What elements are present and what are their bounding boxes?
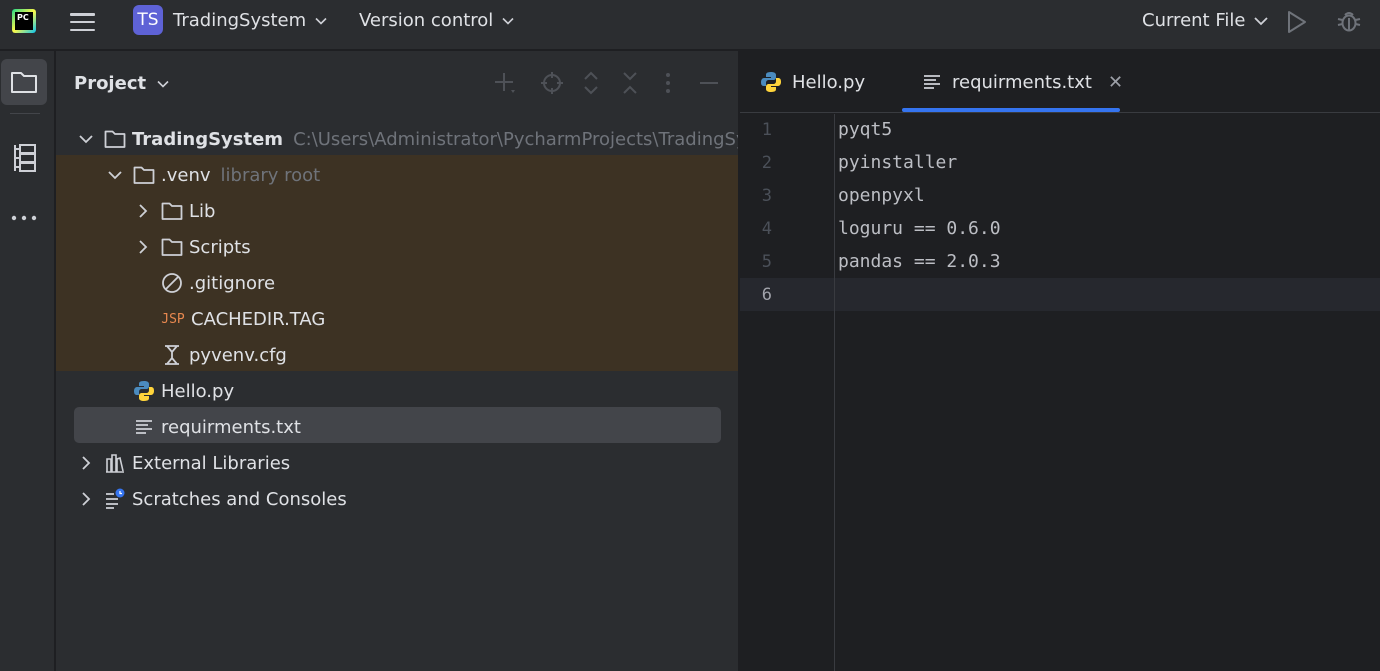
code-line[interactable]: pandas == 2.0.3 — [838, 251, 1001, 272]
text-file-icon — [133, 416, 155, 438]
options-vertical-icon[interactable] — [664, 71, 672, 95]
tree-item-label: Scripts — [189, 236, 251, 258]
project-name: TradingSystem — [173, 10, 307, 31]
tree-item-path: C:\Users\Administrator\PycharmProjects\T… — [293, 128, 738, 150]
chevron-down-icon[interactable] — [76, 131, 96, 147]
chevron-down-icon — [157, 80, 169, 88]
code-line[interactable]: openpyxl — [838, 185, 925, 206]
tree-item-hello-py[interactable]: Hello.py — [133, 373, 234, 409]
structure-tool-button[interactable] — [1, 135, 47, 181]
tree-item-hint: library root — [220, 164, 321, 186]
hide-panel-icon[interactable] — [698, 71, 720, 95]
tree-item-tradingsystem[interactable]: TradingSystem C:\Users\Administrator\Pyc… — [76, 121, 738, 157]
collapse-all-icon[interactable] — [619, 71, 641, 95]
line-number-current: 6 — [761, 285, 772, 305]
tree-item-pyvenv[interactable]: pyvenv.cfg — [161, 337, 287, 373]
line-number: 1 — [761, 120, 772, 140]
logo-text: PC — [15, 12, 33, 30]
project-tool-window: Project TradingSystem C:\Users\Administr… — [56, 51, 739, 671]
project-badge[interactable]: TS — [133, 5, 163, 35]
editor-tabs: Hello.py requirments.txt ✕ — [740, 51, 1380, 113]
expand-all-icon[interactable] — [580, 71, 602, 95]
tree-item-venv[interactable]: .venv library root — [105, 157, 320, 193]
tree-item-scratches[interactable]: Scratches and Consoles — [76, 481, 347, 517]
pycharm-logo-icon: PC — [12, 9, 36, 33]
tree-item-scripts[interactable]: Scripts — [133, 229, 251, 265]
tree-item-lib[interactable]: Lib — [133, 193, 215, 229]
structure-icon — [14, 144, 36, 172]
tree-item-requirments-txt[interactable]: requirments.txt — [133, 409, 301, 445]
library-icon — [104, 452, 126, 474]
close-icon[interactable]: ✕ — [1108, 72, 1123, 93]
run-config-selector[interactable]: Current File — [1142, 10, 1269, 31]
tree-item-label: TradingSystem — [132, 128, 284, 150]
folder-icon — [11, 72, 37, 93]
project-panel-title: Project — [74, 73, 147, 94]
tab-requirments-txt[interactable]: requirments.txt ✕ — [922, 51, 1123, 113]
tree-item-label: pyvenv.cfg — [189, 344, 287, 366]
tree-item-label: External Libraries — [132, 452, 291, 474]
config-file-icon — [161, 344, 183, 366]
tree-item-label: Lib — [189, 200, 216, 222]
more-tools-button[interactable] — [1, 195, 47, 241]
chevron-right-icon[interactable] — [133, 239, 153, 255]
tab-hello-py[interactable]: Hello.py — [760, 51, 865, 113]
chevron-down-icon — [315, 17, 327, 25]
folder-icon — [104, 128, 126, 150]
active-tab-indicator — [902, 108, 1120, 112]
line-number: 3 — [761, 186, 772, 206]
debug-icon[interactable] — [1336, 8, 1362, 34]
tree-item-label: Scratches and Consoles — [132, 488, 347, 510]
tree-item-label: Hello.py — [161, 380, 235, 402]
current-line-highlight — [740, 278, 1380, 311]
code-line[interactable]: pyinstaller — [838, 152, 957, 173]
more-horizontal-icon — [11, 215, 37, 221]
jsp-file-icon: JSP — [161, 311, 185, 327]
scratches-icon — [104, 488, 126, 510]
version-control-menu[interactable]: Version control — [359, 10, 515, 31]
project-switcher[interactable]: TradingSystem — [173, 10, 328, 31]
tree-item-label: .venv — [161, 164, 211, 186]
code-line[interactable]: pyqt5 — [838, 119, 892, 140]
chevron-right-icon[interactable] — [76, 491, 96, 507]
line-number: 4 — [761, 219, 772, 239]
main-toolbar: PC TS TradingSystem Version control Curr… — [0, 0, 1380, 50]
python-icon — [760, 71, 782, 93]
run-config-label: Current File — [1142, 10, 1246, 31]
tree-item-label: CACHEDIR.TAG — [191, 308, 326, 330]
project-view-selector[interactable]: Project — [74, 73, 170, 94]
tree-item-external-libraries[interactable]: External Libraries — [76, 445, 290, 481]
editor-area: Hello.py requirments.txt ✕ 1 2 3 4 5 6 p… — [740, 51, 1380, 671]
project-tool-button[interactable] — [1, 59, 47, 105]
locate-icon[interactable] — [540, 71, 564, 95]
chevron-right-icon[interactable] — [76, 455, 96, 471]
tree-item-gitignore[interactable]: .gitignore — [161, 265, 275, 301]
python-icon — [133, 380, 155, 402]
tab-label: requirments.txt — [952, 71, 1092, 93]
chevron-down-icon — [502, 17, 514, 25]
folder-icon — [161, 236, 183, 258]
code-line[interactable]: loguru == 0.6.0 — [838, 218, 1001, 239]
tree-item-label: .gitignore — [189, 272, 276, 294]
chevron-down-icon[interactable] — [105, 167, 125, 183]
stripe-divider — [10, 113, 40, 114]
main-menu-icon[interactable] — [70, 10, 95, 34]
chevron-down-icon — [1254, 16, 1269, 25]
tree-item-cachedir[interactable]: JSP CACHEDIR.TAG — [161, 301, 325, 337]
line-number: 2 — [761, 153, 772, 173]
version-control-label: Version control — [359, 10, 494, 31]
text-file-icon — [922, 73, 942, 91]
tool-window-stripe — [0, 51, 55, 671]
line-number: 5 — [761, 252, 772, 272]
run-icon[interactable] — [1286, 10, 1308, 34]
folder-icon — [161, 200, 183, 222]
tab-label: Hello.py — [792, 71, 866, 93]
ignore-file-icon — [161, 272, 183, 294]
add-icon[interactable] — [493, 71, 517, 95]
tree-item-label: requirments.txt — [161, 416, 301, 438]
folder-icon — [133, 164, 155, 186]
chevron-right-icon[interactable] — [133, 203, 153, 219]
